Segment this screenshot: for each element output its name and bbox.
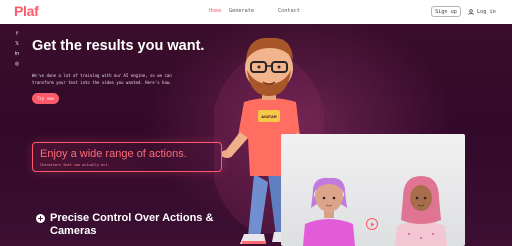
video-preview[interactable]: [281, 134, 465, 246]
linkedin-icon[interactable]: in: [13, 50, 21, 58]
signup-button[interactable]: Sign up: [431, 6, 461, 17]
character-hijab: [395, 176, 447, 246]
svg-text:AVATAR: AVATAR: [261, 114, 277, 119]
feature-card-title: Enjoy a wide range of actions.: [40, 148, 187, 160]
user-icon: [468, 9, 474, 15]
hero-title: Get the results you want.: [32, 38, 205, 54]
hero-section: f 𝕏 in ◎ Get the results you want. We've…: [0, 24, 512, 246]
feature-card-actions[interactable]: Enjoy a wide range of actions. Character…: [32, 142, 222, 172]
social-links: f 𝕏 in ◎: [13, 30, 21, 70]
feature-card-subtitle: Characters that can actually act.: [40, 163, 110, 167]
nav-item-home[interactable]: Home: [209, 8, 222, 14]
nav-item-generate[interactable]: Generate: [229, 8, 254, 14]
login-button[interactable]: Log in: [468, 7, 496, 17]
character-purple-hair: [303, 177, 355, 246]
play-icon[interactable]: [366, 218, 378, 230]
logo[interactable]: Plaf: [14, 3, 39, 19]
feature-precise-control-title[interactable]: Precise Control Over Actions & Cameras: [50, 212, 230, 238]
top-navigation-bar: Plaf Home Generate Contact Sign up Log i…: [0, 0, 512, 25]
facebook-icon[interactable]: f: [13, 30, 21, 38]
x-icon[interactable]: 𝕏: [13, 40, 21, 48]
hero-subtitle: We've done a lot of training with our AI…: [32, 73, 172, 85]
instagram-icon[interactable]: ◎: [13, 60, 21, 68]
plus-icon[interactable]: +: [36, 214, 45, 223]
play-triangle-icon: [370, 222, 374, 226]
try-now-button[interactable]: Try now: [32, 93, 59, 104]
nav-item-contact[interactable]: Contact: [278, 8, 300, 14]
login-label: Log in: [477, 9, 496, 15]
